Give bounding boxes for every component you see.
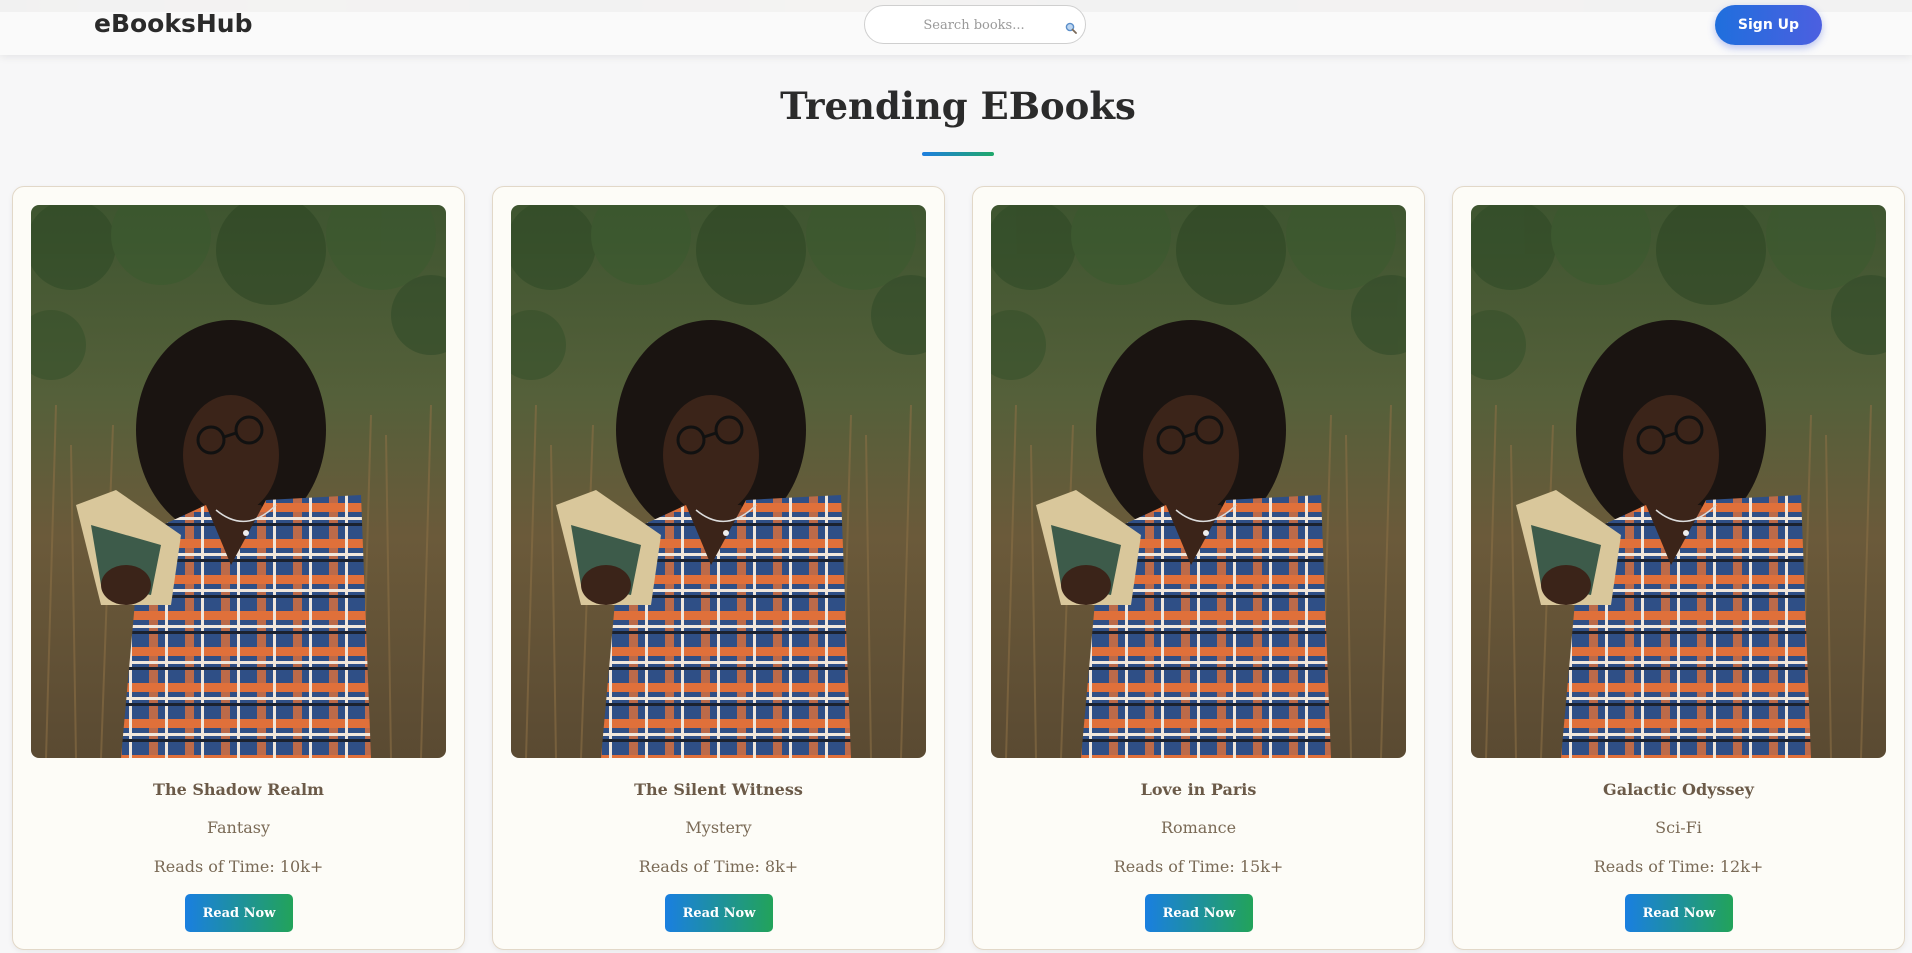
book-cover-image[interactable]	[511, 205, 926, 758]
book-card[interactable]: Galactic Odyssey Sci-Fi Reads of Time: 12k…	[1452, 186, 1905, 950]
title-underline	[922, 152, 994, 156]
book-title: Galactic Odyssey	[1603, 780, 1754, 799]
read-now-button[interactable]: Read Now	[185, 894, 293, 932]
page-title: Trending EBooks	[780, 84, 1136, 128]
read-now-button[interactable]: Read Now	[665, 894, 773, 932]
book-title: The Shadow Realm	[153, 780, 324, 799]
book-card[interactable]: Love in Paris Romance Reads of Time: 15k+ R…	[972, 186, 1425, 950]
book-reads-count: Reads of Time: 15k+	[1113, 857, 1284, 876]
book-cover-image[interactable]	[991, 205, 1406, 758]
book-genre: Sci-Fi	[1655, 818, 1702, 837]
book-card[interactable]: The Shadow Realm Fantasy Reads of Time: 10…	[12, 186, 465, 950]
search-box[interactable]	[864, 5, 1086, 44]
book-reads-count: Reads of Time: 12k+	[1593, 857, 1764, 876]
book-card[interactable]: The Silent Witness Mystery Reads of Time: …	[492, 186, 945, 950]
book-cover-image[interactable]	[31, 205, 446, 758]
book-cover-image[interactable]	[1471, 205, 1886, 758]
site-logo[interactable]: eBooksHub	[94, 9, 252, 38]
book-reads-count: Reads of Time: 8k+	[638, 857, 799, 876]
sign-up-button[interactable]: Sign Up	[1715, 5, 1822, 45]
book-genre: Romance	[1160, 818, 1237, 837]
book-genre: Mystery	[685, 818, 752, 837]
read-now-button[interactable]: Read Now	[1145, 894, 1253, 932]
book-title: The Silent Witness	[634, 780, 803, 799]
book-reads-count: Reads of Time: 10k+	[153, 857, 324, 876]
search-icon[interactable]	[1065, 19, 1077, 34]
book-genre: Fantasy	[206, 818, 271, 837]
navbar: eBooksHub Sign Up	[0, 0, 1912, 55]
book-title: Love in Paris	[1140, 780, 1257, 799]
read-now-button[interactable]: Read Now	[1625, 894, 1733, 932]
search-input[interactable]	[889, 14, 1059, 36]
